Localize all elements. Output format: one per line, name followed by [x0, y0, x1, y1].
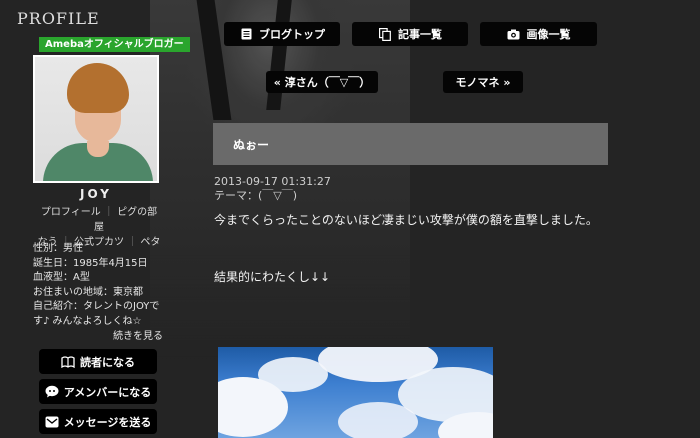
follow-label: 読者になる: [80, 355, 135, 369]
residence-info: お住まいの地域：東京都: [33, 286, 143, 298]
article-paragraph: 結果的にわたくし↓↓: [214, 270, 331, 284]
image-list-button[interactable]: 画像一覧: [480, 22, 597, 46]
next-article-button[interactable]: モノマネ »: [443, 71, 523, 93]
message-label: メッセージを送る: [63, 415, 152, 429]
birthday-info: 誕生日：1985年4月15日: [33, 257, 148, 269]
prev-article-button[interactable]: « 淳さん（￣▽￣）: [266, 71, 378, 93]
chat-icon: [45, 385, 59, 399]
article-meta: 2013-09-17 01:31:27 テーマ：(￣▽￣): [214, 175, 331, 203]
blood-type-info: 血液型：A型: [33, 272, 90, 284]
self-intro: 自己紹介：タレントのJOYです♪ みんなよろしくね☆: [33, 301, 160, 327]
follow-button[interactable]: 読者になる: [39, 349, 157, 374]
mail-icon: [45, 415, 59, 429]
image-list-label: 画像一覧: [526, 28, 571, 41]
message-button[interactable]: メッセージを送る: [39, 409, 157, 434]
article-photo[interactable]: [218, 347, 493, 438]
article-title[interactable]: ぬぉー: [233, 136, 269, 153]
article-date: 2013-09-17 01:31:27: [214, 175, 331, 188]
copy-icon: [378, 27, 392, 41]
profile-link[interactable]: プロフィール: [41, 207, 101, 218]
document-icon: [239, 27, 253, 41]
book-icon: [61, 355, 75, 369]
avatar[interactable]: [33, 55, 159, 183]
profile-name: JOY: [80, 187, 112, 201]
article-list-label: 記事一覧: [398, 28, 442, 41]
official-blogger-badge: Amebaオフィシャルブロガー: [39, 37, 190, 52]
read-more-link[interactable]: 続きを見る: [33, 330, 163, 345]
gender-info: 性別：男性: [33, 243, 83, 254]
amember-label: アメンバーになる: [63, 385, 152, 399]
article-paragraph: 今までくらったことのないほど凄まじい攻撃が僕の額を直撃しました。: [214, 213, 598, 227]
article-theme[interactable]: テーマ：(￣▽￣): [214, 189, 331, 203]
article-title-bar: ぬぉー: [213, 123, 608, 165]
blog-top-label: ブログトップ: [259, 28, 325, 41]
camera-icon: [507, 27, 521, 41]
amember-button[interactable]: アメンバーになる: [39, 379, 157, 404]
profile-heading: PROFILE: [17, 9, 100, 28]
article-list-button[interactable]: 記事一覧: [352, 22, 468, 46]
profile-info: 性別：男性 誕生日：1985年4月15日 血液型：A型 お住まいの地域：東京都 …: [33, 242, 163, 344]
blog-top-button[interactable]: ブログトップ: [224, 22, 340, 46]
article-body: 今までくらったことのないほど凄まじい攻撃が僕の額を直撃しました。 結果的にわたく…: [214, 211, 604, 287]
